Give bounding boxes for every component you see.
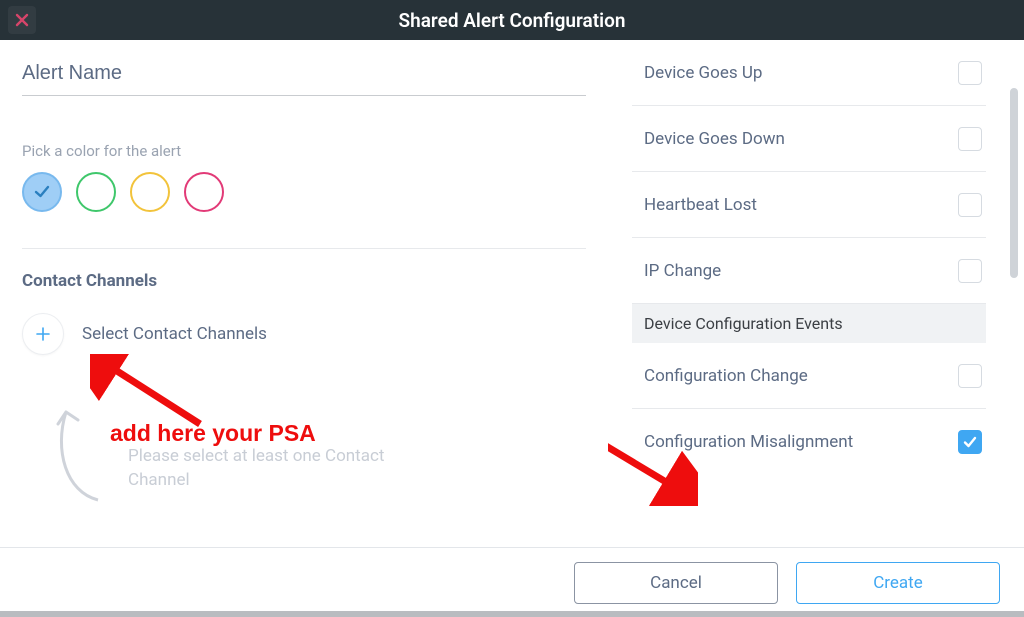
color-swatch[interactable] — [22, 172, 62, 212]
close-button[interactable] — [8, 6, 36, 34]
scrollbar-thumb[interactable] — [1010, 88, 1018, 278]
events-list: Device Goes Up Device Goes Down Heartbeat … — [608, 40, 1024, 475]
add-channel-button[interactable] — [22, 313, 64, 355]
color-swatches — [22, 172, 586, 212]
close-icon — [15, 13, 29, 27]
event-row: IP Change — [632, 238, 986, 304]
event-row: Configuration Misalignment — [632, 409, 986, 475]
scrollbar[interactable] — [1010, 70, 1018, 530]
event-label: Heartbeat Lost — [644, 195, 757, 215]
color-swatch[interactable] — [184, 172, 224, 212]
event-label: Configuration Change — [644, 366, 808, 386]
event-checkbox[interactable] — [958, 430, 982, 454]
event-row: Heartbeat Lost — [632, 172, 986, 238]
hint-arrow-icon — [48, 400, 118, 510]
event-checkbox[interactable] — [958, 259, 982, 283]
event-checkbox[interactable] — [958, 61, 982, 85]
right-panel: Device Goes Up Device Goes Down Heartbeat … — [608, 40, 1024, 547]
contact-channel-hint: Please select at least one Contact Chann… — [128, 445, 408, 493]
event-label: Device Goes Down — [644, 129, 785, 149]
event-row: Device Goes Up — [632, 40, 986, 106]
titlebar: Shared Alert Configuration — [0, 0, 1024, 40]
alert-config-modal: Shared Alert Configuration Pick a color … — [0, 0, 1024, 617]
create-button[interactable]: Create — [796, 562, 1000, 604]
modal-body: Pick a color for the alert Contact Chann… — [0, 40, 1024, 547]
event-checkbox[interactable] — [958, 364, 982, 388]
alert-name-input[interactable] — [22, 58, 586, 96]
contact-channels-title: Contact Channels — [22, 271, 586, 291]
select-contact-channels[interactable]: Select Contact Channels — [22, 313, 586, 355]
pick-color-label: Pick a color for the alert — [22, 142, 586, 160]
event-checkbox[interactable] — [958, 127, 982, 151]
check-icon — [962, 434, 978, 450]
plus-icon — [35, 326, 51, 342]
bottom-border — [0, 611, 1024, 617]
color-swatch[interactable] — [130, 172, 170, 212]
event-label: IP Change — [644, 261, 721, 281]
event-row: Device Goes Down — [632, 106, 986, 172]
check-icon — [32, 182, 52, 202]
color-swatch[interactable] — [76, 172, 116, 212]
annotation-label: add here your PSA — [110, 420, 316, 447]
modal-title: Shared Alert Configuration — [399, 9, 626, 32]
footer: Cancel Create — [0, 547, 1024, 617]
select-channels-label: Select Contact Channels — [82, 324, 267, 344]
divider — [22, 248, 586, 249]
event-checkbox[interactable] — [958, 193, 982, 217]
cancel-button[interactable]: Cancel — [574, 562, 778, 604]
left-panel: Pick a color for the alert Contact Chann… — [0, 40, 608, 547]
event-section-header: Device Configuration Events — [632, 304, 986, 343]
event-label: Device Goes Up — [644, 63, 762, 83]
event-row: Configuration Change — [632, 343, 986, 409]
event-label: Configuration Misalignment — [644, 432, 853, 452]
